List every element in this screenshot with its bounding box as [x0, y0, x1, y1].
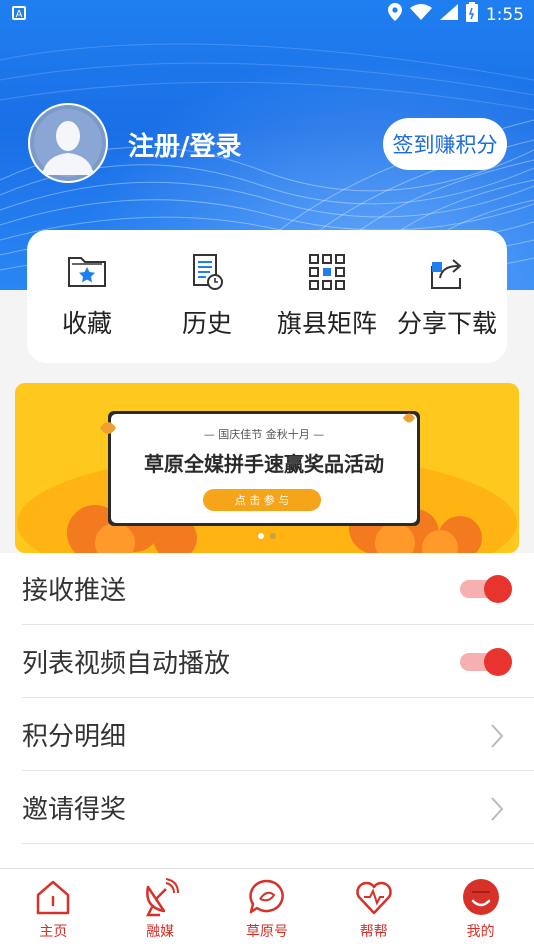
chevron-right-icon: [491, 724, 504, 748]
quick-action-history[interactable]: 历史: [147, 230, 267, 363]
notification-icon: A: [12, 6, 26, 20]
tab-label: 帮帮: [359, 924, 388, 940]
heart-pulse-icon: [356, 881, 392, 915]
promo-banner-art: — 国庆佳节 金秋十月 — 草原全媒拼手速赢奖品活动 点 击 参 与: [17, 411, 517, 553]
favorites-folder-icon: [68, 257, 106, 287]
chevron-right-icon: [491, 797, 504, 821]
banner-top-line: — 国庆佳节 金秋十月 —: [204, 427, 325, 441]
satellite-dish-icon: [146, 878, 180, 917]
setting-invite-reward[interactable]: 邀请得奖: [22, 772, 534, 844]
bottom-tab-bar: 主页 融媒 草原号 帮帮 我的: [0, 868, 534, 951]
quick-action-favorites[interactable]: 收藏: [27, 230, 147, 363]
status-bar: A 1:55: [0, 0, 534, 28]
tab-label: 草原号: [245, 924, 288, 940]
banner-button[interactable]: 点 击 参 与: [235, 493, 290, 507]
setting-label: 接收推送: [22, 576, 127, 606]
signal-icon: [439, 4, 458, 25]
profile-face-icon: [462, 879, 499, 915]
tab-grassland-account[interactable]: 草原号: [214, 869, 321, 951]
home-icon: [37, 880, 70, 915]
avatar[interactable]: [28, 103, 108, 183]
quick-action-label: 旗县矩阵: [276, 309, 377, 338]
tab-media[interactable]: 融媒: [107, 869, 214, 951]
setting-video-autoplay[interactable]: 列表视频自动播放: [22, 626, 534, 698]
share-icon: [431, 259, 462, 289]
setting-points-detail[interactable]: 积分明细: [22, 699, 534, 771]
location-icon: [387, 3, 402, 26]
setting-receive-push[interactable]: 接收推送: [22, 553, 534, 625]
promo-banner[interactable]: — 国庆佳节 金秋十月 — 草原全媒拼手速赢奖品活动 点 击 参 与: [15, 383, 519, 553]
battery-icon: [465, 2, 478, 27]
tab-label: 主页: [39, 924, 68, 940]
autoplay-toggle[interactable]: [460, 648, 512, 676]
setting-label: 列表视频自动播放: [22, 649, 231, 679]
quick-action-label: 历史: [181, 309, 232, 338]
history-document-icon: [193, 254, 223, 290]
push-toggle[interactable]: [460, 575, 512, 603]
setting-label: 邀请得奖: [22, 795, 127, 825]
setting-label: 积分明细: [22, 722, 127, 752]
settings-list: 接收推送 列表视频自动播放 积分明细 邀请得奖: [0, 553, 534, 868]
signin-earn-points-button[interactable]: 签到赚积分: [383, 118, 507, 170]
quick-action-label: 收藏: [61, 309, 112, 338]
user-silhouette-icon: [30, 105, 106, 181]
quick-action-share-download[interactable]: 分享下载: [387, 230, 507, 363]
wifi-icon: [409, 4, 432, 25]
tab-mine[interactable]: 我的: [427, 869, 534, 951]
carousel-dot: [270, 533, 276, 539]
tab-help[interactable]: 帮帮: [320, 869, 427, 951]
quick-actions-card: 收藏 历史 旗县矩阵 分享下载: [27, 230, 507, 363]
tab-label: 融媒: [146, 924, 175, 940]
carousel-dot: [258, 533, 264, 539]
tab-label: 我的: [466, 924, 495, 940]
quick-action-county-matrix[interactable]: 旗县矩阵: [267, 230, 387, 363]
chat-bubble-icon: [249, 879, 284, 914]
login-link[interactable]: 注册/登录: [128, 126, 242, 163]
banner-title: 草原全媒拼手速赢奖品活动: [144, 452, 384, 476]
quick-action-label: 分享下载: [396, 309, 497, 338]
status-time: 1:55: [485, 4, 524, 25]
tab-home[interactable]: 主页: [0, 869, 107, 951]
grid-matrix-icon: [309, 254, 345, 290]
